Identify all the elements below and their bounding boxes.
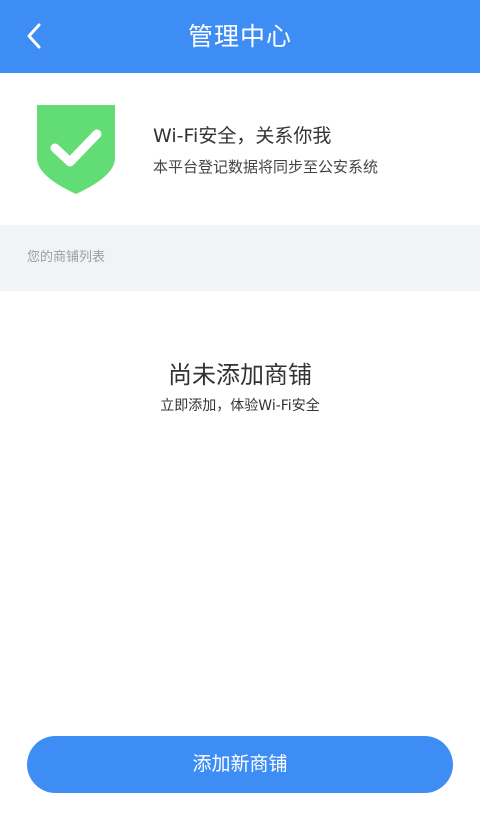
section-label: 您的商铺列表: [27, 250, 106, 265]
page-title: 管理中心: [187, 22, 292, 51]
shield-check-icon: [37, 105, 115, 194]
security-banner: Wi-Fi安全，关系你我 本平台登记数据将同步至公安系统: [0, 73, 480, 225]
banner-title: Wi-Fi安全，关系你我: [153, 125, 332, 147]
add-store-button[interactable]: 添加新商铺: [27, 736, 453, 793]
banner-subtitle: 本平台登记数据将同步至公安系统: [153, 158, 379, 176]
management-center-page: 管理中心 Wi-Fi安全，关系你我 本平台登记数据将同步至公安系统 您的商铺列表…: [0, 0, 480, 820]
top-bar: 管理中心: [0, 0, 480, 73]
empty-state-title: 尚未添加商铺: [168, 361, 312, 389]
empty-state-subtitle: 立即添加，体验Wi-Fi安全: [160, 398, 320, 414]
store-list-header: 您的商铺列表: [0, 225, 480, 291]
